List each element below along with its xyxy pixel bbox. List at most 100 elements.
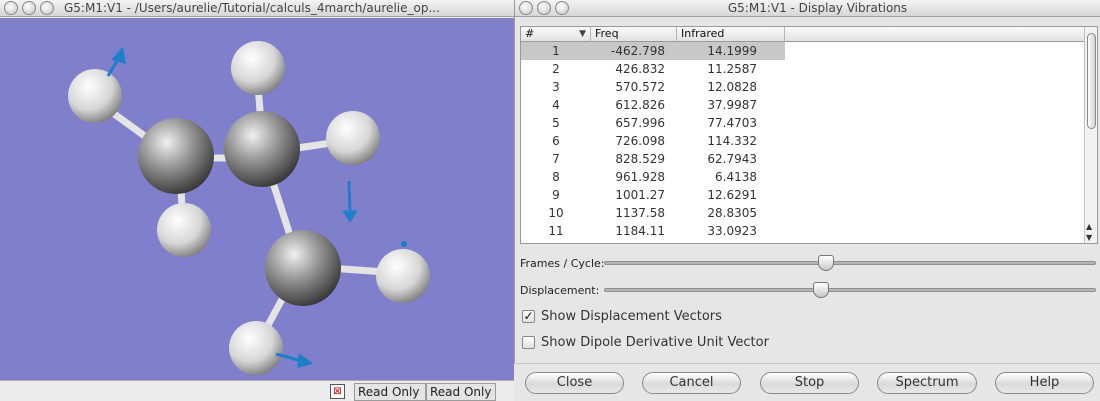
displacement-slider[interactable] [604,282,1096,298]
frames-slider-knob[interactable] [818,255,834,271]
show-displacement-vectors-label: Show Displacement Vectors [541,308,722,324]
hydrogen-atom [231,41,285,95]
table-row[interactable]: 1 -462.798 14.1999 [521,42,1097,60]
table-row[interactable]: 10 1137.58 28.8305 [521,204,1097,222]
read-only-status: Read Only [354,383,426,401]
frequency-cell: 828.529 [615,152,665,166]
infrared-cell: 114.332 [707,134,757,148]
infrared-cell: 12.0828 [707,80,757,94]
document-status-icon[interactable]: ⊠ [330,384,345,399]
frequency-cell: 1001.27 [615,188,665,202]
column-header-infrared[interactable]: Infrared [677,27,785,42]
carbon-atom [224,111,300,187]
frequency-cell: 612.826 [615,98,665,112]
spectrum-button[interactable]: Spectrum [877,372,977,394]
column-header-number[interactable]: # ▼ [521,27,591,42]
table-row[interactable]: 5 657.996 77.4703 [521,114,1097,132]
table-row[interactable]: 4 612.826 37.9987 [521,96,1097,114]
minimize-window-icon[interactable] [22,1,36,15]
column-header-label: # [525,27,535,40]
row-number-cell: 1 [521,42,591,60]
show-dipole-derivative-checkbox[interactable] [522,335,535,349]
frames-per-cycle-slider[interactable] [604,255,1096,271]
infrared-cell: 37.9987 [707,98,757,112]
table-body: 1 -462.798 14.1999 2 426.832 11.2587 3 570.572 1… [521,42,1097,240]
frequency-cell: 961.928 [615,170,665,184]
cancel-button[interactable]: Cancel [642,372,741,394]
viewer-title: G5:M1:V1 - /Users/aurelie/Tutorial/calcu… [64,1,440,15]
table-row[interactable]: 9 1001.27 12.6291 [521,186,1097,204]
row-number-cell: 9 [552,188,560,202]
frequency-cell: 426.832 [615,62,665,76]
frequency-cell: 726.098 [615,134,665,148]
scrollbar-thumb[interactable] [1087,33,1096,129]
displacement-label: Displacement: [520,284,600,297]
infrared-cell: 77.4703 [707,116,757,130]
dialog-button-bar: Close Cancel Stop Spectrum Help [514,363,1100,401]
close-window-icon[interactable] [4,1,18,15]
row-number-cell: 7 [552,152,560,166]
molecule-3d-view[interactable] [0,18,514,380]
show-dipole-derivative-option[interactable]: Show Dipole Derivative Unit Vector [522,333,769,351]
row-number-cell: 2 [552,62,560,76]
stop-button[interactable]: Stop [760,372,859,394]
atoms [68,41,430,375]
infrared-cell: 28.8305 [707,206,757,220]
frequency-cell: 1137.58 [615,206,665,220]
help-button[interactable]: Help [995,372,1094,394]
frequency-cell: -462.798 [591,42,677,60]
frames-per-cycle-label: Frames / Cycle: [520,257,605,270]
infrared-cell: 6.4138 [715,170,757,184]
row-number-cell: 5 [552,116,560,130]
show-displacement-vectors-checkbox[interactable]: ✓ [522,309,535,323]
hydrogen-atom [229,321,283,375]
frequency-cell: 570.572 [615,80,665,94]
vibrations-titlebar[interactable]: G5:M1:V1 - Display Vibrations [515,0,1100,17]
read-only-status: Read Only [426,383,496,401]
row-number-cell: 6 [552,134,560,148]
scroll-up-arrow-icon[interactable]: ▲ [1086,222,1092,231]
hydrogen-atom [376,249,430,303]
table-row[interactable]: 8 961.928 6.4138 [521,168,1097,186]
show-displacement-vectors-option[interactable]: ✓ Show Displacement Vectors [522,307,722,325]
zoom-window-icon[interactable] [40,1,54,15]
close-button[interactable]: Close [525,372,624,394]
vibrations-table[interactable]: # ▼ Freq Infrared 1 -462.798 14.1999 2 426.8… [520,26,1098,244]
row-number-cell: 3 [552,80,560,94]
row-number-cell: 8 [552,170,560,184]
table-row[interactable]: 2 426.832 11.2587 [521,60,1097,78]
row-number-cell: 10 [548,206,564,220]
row-number-cell: 11 [548,224,564,238]
infrared-cell: 62.7943 [707,152,757,166]
carbon-atom [138,118,214,194]
molecule-model[interactable] [0,18,514,380]
frequency-cell: 657.996 [615,116,665,130]
infrared-cell: 11.2587 [707,62,757,76]
displacement-slider-knob[interactable] [813,282,829,298]
viewer-statusbar: ⊠ Read Only Read Only [0,380,514,401]
table-row[interactable]: 7 828.529 62.7943 [521,150,1097,168]
table-scrollbar[interactable]: ▲ ▼ [1084,27,1097,243]
vibrations-title: G5:M1:V1 - Display Vibrations [727,1,908,15]
hydrogen-atom [157,203,211,257]
molecule-viewer-window: G5:M1:V1 - /Users/aurelie/Tutorial/calcu… [0,0,514,401]
infrared-cell: 12.6291 [707,188,757,202]
scroll-down-arrow-icon[interactable]: ▼ [1086,233,1092,242]
hydrogen-atom [68,69,122,123]
table-row[interactable]: 11 1184.11 33.0923 [521,222,1097,240]
table-row[interactable]: 3 570.572 12.0828 [521,78,1097,96]
table-row[interactable]: 6 726.098 114.332 [521,132,1097,150]
infrared-cell: 14.1999 [677,42,785,60]
viewer-titlebar[interactable]: G5:M1:V1 - /Users/aurelie/Tutorial/calcu… [0,0,514,17]
table-header: # ▼ Freq Infrared [521,27,1097,42]
row-number-cell: 4 [552,98,560,112]
show-dipole-derivative-label: Show Dipole Derivative Unit Vector [541,334,769,350]
column-header-freq[interactable]: Freq [591,27,677,42]
sort-arrow-icon: ▼ [579,29,586,39]
hydrogen-atom [326,111,380,165]
displacement-control: Displacement: [520,281,1098,299]
frequency-cell: 1184.11 [615,224,665,238]
carbon-atom [265,230,341,306]
window-controls [4,1,54,15]
frames-per-cycle-control: Frames / Cycle: [520,254,1098,272]
